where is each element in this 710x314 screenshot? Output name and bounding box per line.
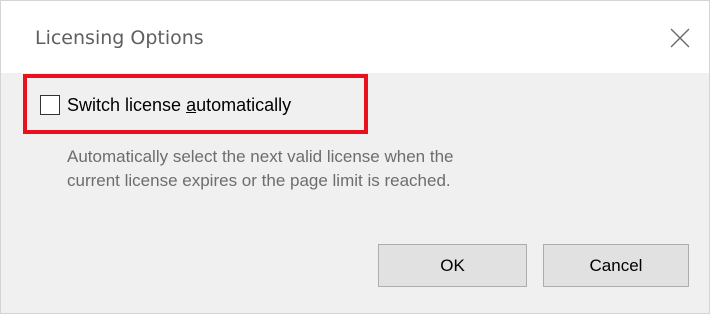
dialog-title: Licensing Options — [35, 27, 204, 49]
licensing-options-dialog: Licensing Options Switch license automat… — [0, 0, 710, 314]
dialog-titlebar: Licensing Options — [1, 1, 709, 73]
switch-license-checkbox[interactable] — [40, 95, 60, 115]
checkbox-label-suffix: utomatically — [196, 94, 292, 115]
checkbox-description: Automatically select the next valid lice… — [67, 145, 627, 193]
checkbox-label-prefix: Switch license — [67, 94, 187, 115]
switch-license-checkbox-label[interactable]: Switch license automatically — [67, 95, 291, 116]
description-line-1: Automatically select the next valid lice… — [67, 147, 454, 166]
close-button[interactable] — [667, 25, 693, 51]
description-line-2: current license expires or the page limi… — [67, 171, 451, 190]
checkbox-label-mnemonic: a — [186, 94, 197, 115]
ok-button[interactable]: OK — [378, 244, 527, 287]
cancel-button[interactable]: Cancel — [543, 244, 689, 287]
switch-license-checkbox-row[interactable]: Switch license automatically — [40, 93, 291, 117]
close-icon — [670, 28, 690, 48]
